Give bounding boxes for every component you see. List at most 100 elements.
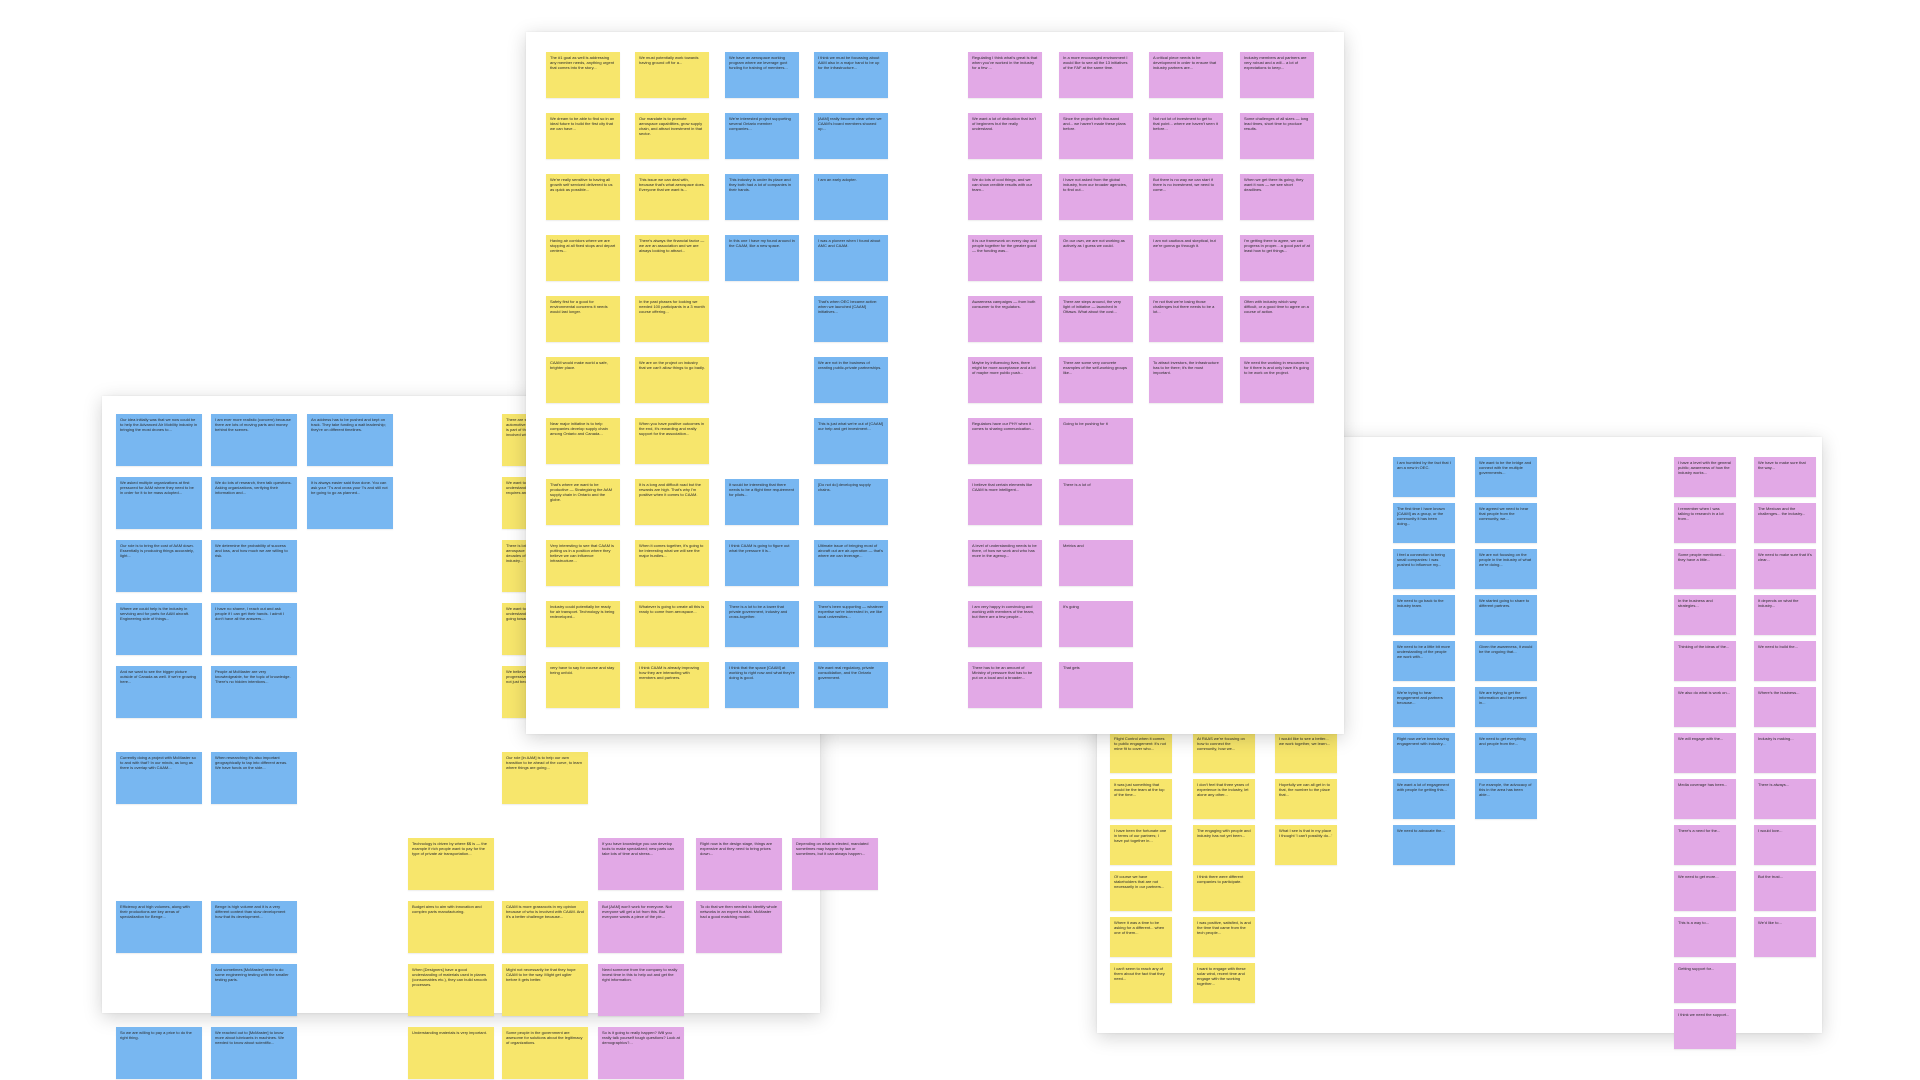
- sticky-note[interactable]: Efficiency and high volumes, along with …: [116, 901, 202, 953]
- sticky-note[interactable]: It would be interesting that there needs…: [725, 479, 799, 525]
- sticky-note[interactable]: Given the awareness, it would be the ong…: [1475, 641, 1537, 681]
- sticky-note[interactable]: We do lots of cool things, and we can sh…: [968, 174, 1042, 220]
- sticky-note[interactable]: It is a long and difficult road but the …: [635, 479, 709, 525]
- sticky-note[interactable]: The Mexican and the challenges... the in…: [1754, 503, 1816, 543]
- sticky-note[interactable]: But [AAM] won't work for everyone. Not e…: [598, 901, 684, 953]
- sticky-note[interactable]: Need someone from the company to really …: [598, 964, 684, 1016]
- sticky-note[interactable]: Thinking of the ideas of the...: [1674, 641, 1736, 681]
- sticky-note[interactable]: We need to be a little bit more understa…: [1393, 641, 1455, 681]
- sticky-note[interactable]: A level of understanding needs to be the…: [968, 540, 1042, 586]
- sticky-note[interactable]: This is a way to...: [1674, 917, 1736, 957]
- sticky-note[interactable]: We started going to share to different p…: [1475, 595, 1537, 635]
- sticky-note[interactable]: We reached out to [McMaster] to know mor…: [211, 1027, 297, 1079]
- sticky-note[interactable]: Getting support for...: [1674, 963, 1736, 1003]
- sticky-note[interactable]: I was positive, satisfied, is and the ti…: [1193, 917, 1255, 957]
- sticky-note[interactable]: We asked multiple organizations at first…: [116, 477, 202, 529]
- sticky-note[interactable]: I was a pioneer when I found about AMC a…: [814, 235, 888, 281]
- sticky-note[interactable]: I think there were different companies t…: [1193, 871, 1255, 911]
- sticky-note[interactable]: We need to make sure that it's clear...: [1754, 549, 1816, 589]
- sticky-note[interactable]: I think we must be focussing about AAM a…: [814, 52, 888, 98]
- sticky-note[interactable]: There are some very concrete examples of…: [1059, 357, 1133, 403]
- sticky-note[interactable]: In the past phases for looking we needed…: [635, 296, 709, 342]
- sticky-note[interactable]: I remember when I was talking to researc…: [1674, 503, 1736, 543]
- sticky-note[interactable]: We need to get more...: [1674, 871, 1736, 911]
- sticky-note[interactable]: Budget aims to aim with innovation and c…: [408, 901, 494, 953]
- sticky-note[interactable]: When we get there its going, they want i…: [1240, 174, 1314, 220]
- sticky-note[interactable]: Since the project both thousand and... w…: [1059, 113, 1133, 159]
- sticky-note[interactable]: To attract investors, the infrastructure…: [1149, 357, 1223, 403]
- sticky-note[interactable]: Often with industry which way difficult,…: [1240, 296, 1314, 342]
- sticky-note[interactable]: Media coverage has been...: [1674, 779, 1736, 819]
- sticky-note[interactable]: Some people mentioned... they have a lit…: [1674, 549, 1736, 589]
- sticky-note[interactable]: This issue we can deal with, because tha…: [635, 174, 709, 220]
- sticky-note[interactable]: I think CAAM is going to figure out what…: [725, 540, 799, 586]
- sticky-note[interactable]: I am an early adopter.: [814, 174, 888, 220]
- sticky-note[interactable]: CAAM would make world a safe, brighter p…: [546, 357, 620, 403]
- sticky-note[interactable]: I am not cautious and skeptical, but we'…: [1149, 235, 1223, 281]
- sticky-note[interactable]: There are steps around, the very light o…: [1059, 296, 1133, 342]
- sticky-note[interactable]: There's always the financial factor — we…: [635, 235, 709, 281]
- sticky-note[interactable]: There's been supporting — whatever exper…: [814, 601, 888, 647]
- sticky-note[interactable]: Currently doing a project with McMaster …: [116, 752, 202, 804]
- sticky-note[interactable]: Understanding materials is very importan…: [408, 1027, 494, 1079]
- sticky-note[interactable]: We want a lot of dedication that isn't o…: [968, 113, 1042, 159]
- sticky-note[interactable]: We need to go back to the industry team.: [1393, 595, 1455, 635]
- sticky-note[interactable]: It depends on what the industry...: [1754, 595, 1816, 635]
- sticky-note[interactable]: We need to advocate the...: [1393, 825, 1455, 865]
- sticky-note[interactable]: But the trust...: [1754, 871, 1816, 911]
- sticky-note[interactable]: We have an aerospace working program whe…: [725, 52, 799, 98]
- sticky-note[interactable]: Where it was a time to be asking for a d…: [1110, 917, 1172, 957]
- sticky-note[interactable]: We'd like to...: [1754, 917, 1816, 957]
- sticky-note[interactable]: [AAM] really become clear when we CAAM's…: [814, 113, 888, 159]
- sticky-note[interactable]: I am humbled by the fact that I am a new…: [1393, 457, 1455, 497]
- sticky-note[interactable]: We need the working in resources to for …: [1240, 357, 1314, 403]
- sticky-note[interactable]: Maybe by influencing lives, there might …: [968, 357, 1042, 403]
- sticky-note[interactable]: We agreed we need to hear that people fr…: [1475, 503, 1537, 543]
- sticky-note[interactable]: That's where we want to be productive — …: [546, 479, 620, 525]
- sticky-note[interactable]: What I see is that in my place I thought…: [1275, 825, 1337, 865]
- sticky-note[interactable]: We want real regulatory, private consoli…: [814, 662, 888, 708]
- sticky-note[interactable]: very have to say for course and stay bei…: [546, 662, 620, 708]
- sticky-note[interactable]: I am very happy in convincing and workin…: [968, 601, 1042, 647]
- sticky-note[interactable]: Ultimate issue of bringing most of aircr…: [814, 540, 888, 586]
- sticky-note[interactable]: I'm getting there to agree, we can progr…: [1240, 235, 1314, 281]
- sticky-note[interactable]: We must potentially work towards having …: [635, 52, 709, 98]
- sticky-note[interactable]: There's a need for the...: [1674, 825, 1736, 865]
- sticky-note[interactable]: For example, the advocacy of this in the…: [1475, 779, 1537, 819]
- sticky-note[interactable]: Some people in the government are awesom…: [502, 1027, 588, 1079]
- sticky-note[interactable]: Industry could potentially be ready for …: [546, 601, 620, 647]
- sticky-note[interactable]: I am ever more realistic (concern) becau…: [211, 414, 297, 466]
- sticky-note[interactable]: We dream to be able to find so in an ide…: [546, 113, 620, 159]
- sticky-note[interactable]: I have been the fortunate one in terms o…: [1110, 825, 1172, 865]
- sticky-note[interactable]: I would like to see a better... we work …: [1275, 733, 1337, 773]
- sticky-note[interactable]: We are not focusing on the people in the…: [1475, 549, 1537, 589]
- sticky-note[interactable]: The #1 goal as well is addressing any me…: [546, 52, 620, 98]
- sticky-note[interactable]: I have a level with the general public; …: [1674, 457, 1736, 497]
- sticky-note[interactable]: I think CAAM is already improving how th…: [635, 662, 709, 708]
- sticky-note[interactable]: And sometimes [McMaster] need to do some…: [211, 964, 297, 1016]
- sticky-note[interactable]: Where's the business...: [1754, 687, 1816, 727]
- sticky-note[interactable]: So is it going to really happen? Will yo…: [598, 1027, 684, 1079]
- sticky-note[interactable]: Near major initiative is to help compani…: [546, 418, 620, 464]
- sticky-note[interactable]: When you have positive outcomes in the e…: [635, 418, 709, 464]
- sticky-note[interactable]: Right now we've been having engagement w…: [1393, 733, 1455, 773]
- sticky-note[interactable]: An address has to be pushed and kept on …: [307, 414, 393, 466]
- sticky-note[interactable]: We need to get everything and people fro…: [1475, 733, 1537, 773]
- sticky-note[interactable]: I believe that certain elements like CAA…: [968, 479, 1042, 525]
- sticky-note[interactable]: Regulating I think what's great is that …: [968, 52, 1042, 98]
- sticky-note[interactable]: This industry is under its place and the…: [725, 174, 799, 220]
- sticky-note[interactable]: Our role [in AAM] is to help our own tra…: [502, 752, 588, 804]
- sticky-note[interactable]: We determine the probability of success …: [211, 540, 297, 592]
- sticky-note[interactable]: If you have knowledge you can develop to…: [598, 838, 684, 890]
- sticky-note[interactable]: It is our framework on every day and peo…: [968, 235, 1042, 281]
- sticky-note[interactable]: The engaging with people and industry ha…: [1193, 825, 1255, 865]
- sticky-note[interactable]: Technology is driven by where $$ is — th…: [408, 838, 494, 890]
- sticky-note[interactable]: The first time I have known [CAAM] as a …: [1393, 503, 1455, 543]
- sticky-note[interactable]: This is just what we're out of [CAAM] ou…: [814, 418, 888, 464]
- sticky-note[interactable]: And we want to see the bigger picture ou…: [116, 666, 202, 718]
- sticky-note[interactable]: We want a lot of engagement with people …: [1393, 779, 1455, 819]
- sticky-note[interactable]: Whatever is going to create all this is …: [635, 601, 709, 647]
- sticky-note[interactable]: When [Designers] have a good understandi…: [408, 964, 494, 1016]
- sticky-note[interactable]: When researching it's also important geo…: [211, 752, 297, 804]
- sticky-note[interactable]: That's when OEC became active: when we l…: [814, 296, 888, 342]
